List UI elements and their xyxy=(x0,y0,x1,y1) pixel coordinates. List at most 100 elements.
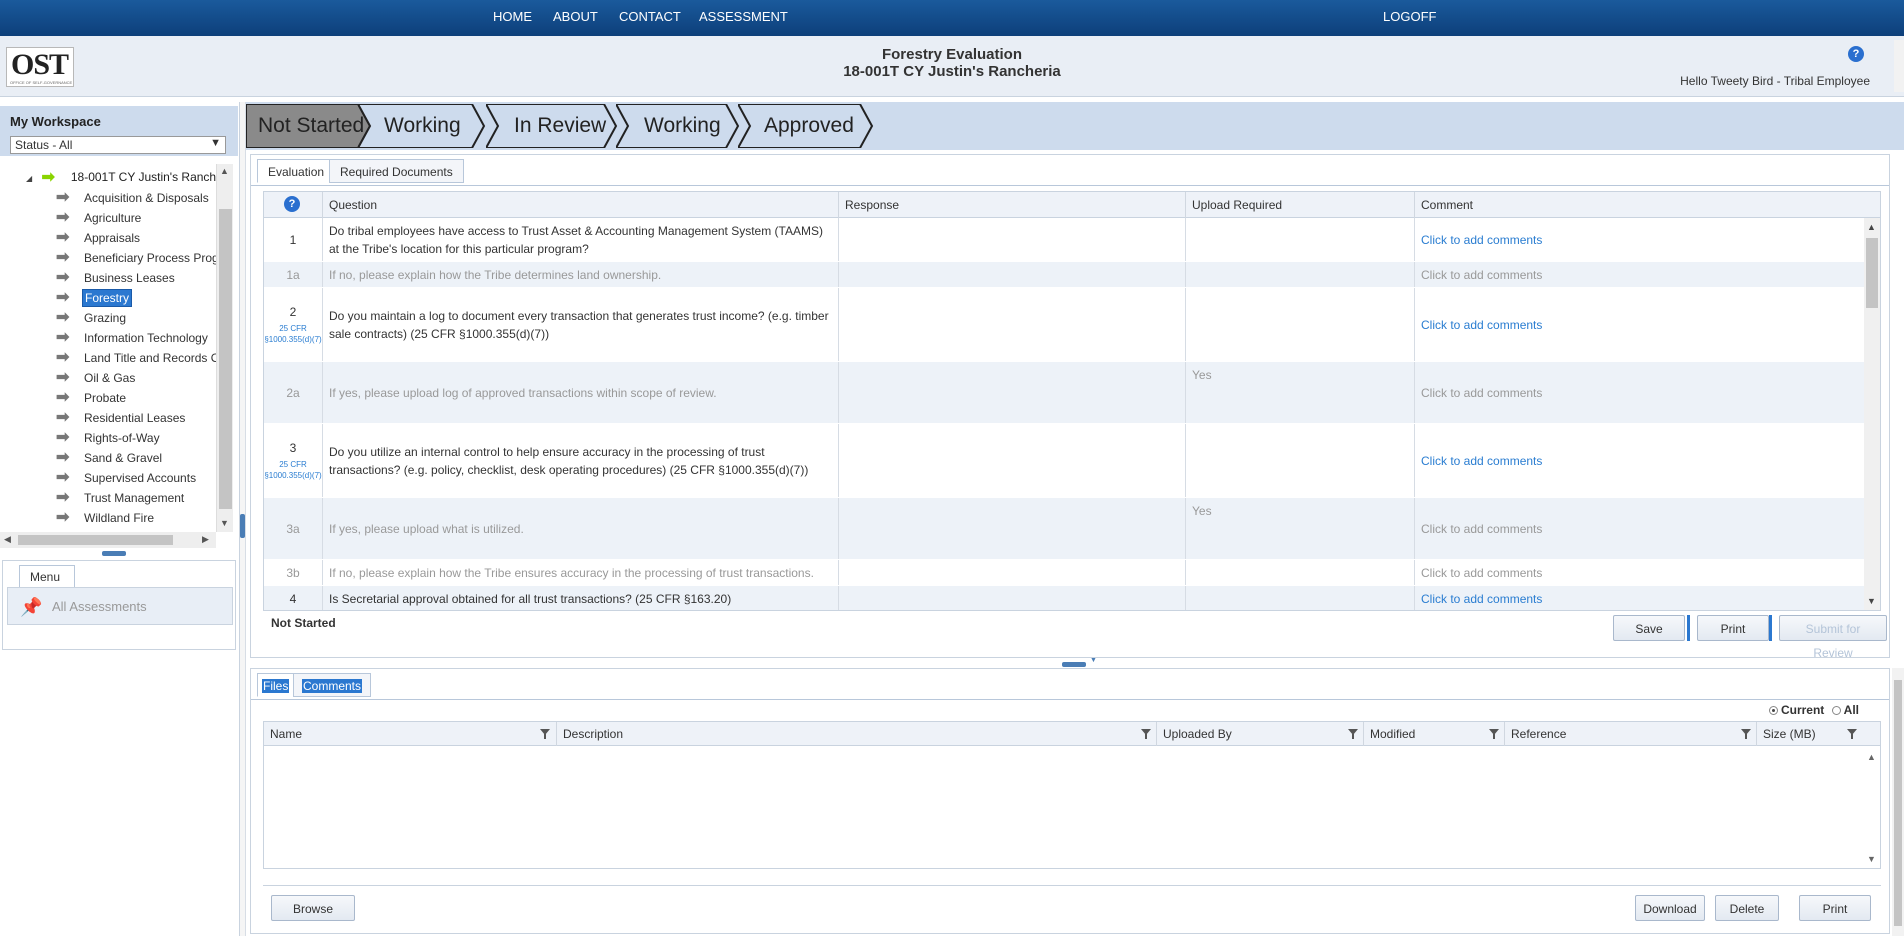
status-filter-select[interactable]: Status - All ▼ xyxy=(10,136,226,154)
tree-item[interactable]: ➡ Sand & Gravel xyxy=(56,449,164,468)
column-header-uploaded-by[interactable]: Uploaded By xyxy=(1156,722,1363,746)
tree-item[interactable]: ➡ Appraisals xyxy=(56,229,142,248)
panel-splitter[interactable]: ▼ xyxy=(246,657,1904,668)
add-comment-link[interactable]: Click to add comments xyxy=(1421,386,1858,400)
help-icon[interactable]: ? xyxy=(284,196,300,212)
nav-logoff[interactable]: LOGOFF xyxy=(1383,9,1436,24)
add-comment-link[interactable]: Click to add comments xyxy=(1421,233,1858,247)
column-header-reference[interactable]: Reference xyxy=(1504,722,1756,746)
regulation-citation-link[interactable]: 25 CFR §1000.355(d)(7) xyxy=(264,459,322,481)
tree-item[interactable]: ➡ Rights-of-Way xyxy=(56,429,162,448)
nav-home[interactable]: HOME xyxy=(493,9,532,24)
tree-item[interactable]: ➡ Beneficiary Process Program xyxy=(56,249,216,268)
add-comment-link[interactable]: Click to add comments xyxy=(1421,566,1858,580)
scroll-down-icon[interactable]: ▼ xyxy=(220,518,229,528)
tree-root[interactable]: ◢ ➡ 18-001T CY Justin's Rancheria xyxy=(26,169,216,185)
question-cell: Do tribal employees have access to Trust… xyxy=(322,218,838,261)
tree-scroll-thumb[interactable] xyxy=(219,209,232,509)
page-scroll-thumb[interactable] xyxy=(1894,680,1902,926)
grid-vertical-scrollbar[interactable]: ▲ ▼ xyxy=(1864,218,1880,610)
delete-button[interactable]: Delete xyxy=(1715,895,1779,921)
tree-item[interactable]: ➡ Wildland Fire xyxy=(56,509,156,528)
tree-item[interactable]: ➡ Land Title and Records Office xyxy=(56,349,216,368)
scroll-up-icon[interactable]: ▲ xyxy=(220,166,229,176)
browse-button[interactable]: Browse xyxy=(271,895,355,921)
tab-required-documents[interactable]: Required Documents xyxy=(329,159,464,183)
nav-about[interactable]: ABOUT xyxy=(553,9,598,24)
tab-comments[interactable]: Comments xyxy=(293,673,372,697)
filter-icon[interactable] xyxy=(1141,729,1151,739)
radio-current[interactable] xyxy=(1768,706,1778,716)
add-comment-link[interactable]: Click to add comments xyxy=(1421,454,1858,468)
tab-menu[interactable]: Menu xyxy=(19,565,75,587)
scroll-up-icon[interactable]: ▲ xyxy=(1867,752,1876,762)
response-cell[interactable] xyxy=(838,262,1185,287)
tree-item[interactable]: ➡ Information Technology xyxy=(56,329,210,348)
collapse-icon[interactable]: ◢ xyxy=(26,174,32,183)
tree-vertical-scrollbar[interactable]: ▲ ▼ xyxy=(216,164,233,532)
page-header: OST OFFICE OF SELF-GOVERNANCE Forestry E… xyxy=(0,36,1904,97)
nav-contact[interactable]: CONTACT xyxy=(619,9,681,24)
vertical-splitter-handle[interactable] xyxy=(240,514,245,538)
page-vertical-scrollbar[interactable] xyxy=(1892,668,1904,936)
add-comment-link[interactable]: Click to add comments xyxy=(1421,318,1858,332)
submit-for-review-button[interactable]: Submit for Review xyxy=(1779,615,1887,660)
tree-item[interactable]: ➡ Grazing xyxy=(56,309,128,328)
tree-item[interactable]: ➡ Probate xyxy=(56,388,128,408)
header-scrollbar[interactable] xyxy=(1894,40,1904,92)
response-cell[interactable] xyxy=(838,586,1185,610)
scroll-down-icon[interactable]: ▼ xyxy=(1867,596,1876,606)
arrow-right-icon: ➡ xyxy=(56,268,70,286)
column-header-name[interactable]: Name xyxy=(264,722,556,746)
filter-icon[interactable] xyxy=(1489,729,1499,739)
scroll-left-icon[interactable]: ◀ xyxy=(4,534,11,545)
menu-item-all-assessments[interactable]: All Assessments xyxy=(52,599,147,614)
tree-item[interactable]: ➡ Oil & Gas xyxy=(56,369,137,388)
column-header-size[interactable]: Size (MB) xyxy=(1756,722,1864,746)
tree-horizontal-scrollbar[interactable]: ◀ ▶ xyxy=(0,532,216,548)
splitter-handle[interactable] xyxy=(1062,662,1086,667)
tree-item[interactable]: ➡ Business Leases xyxy=(56,268,177,288)
tree-hscroll-thumb[interactable] xyxy=(18,535,173,545)
tree-item[interactable]: ➡ Residential Leases xyxy=(56,409,187,428)
files-vertical-scrollbar[interactable]: ▲ ▼ xyxy=(1864,746,1880,868)
filter-icon[interactable] xyxy=(1348,729,1358,739)
grid-scroll-thumb[interactable] xyxy=(1866,238,1878,308)
filter-icon[interactable] xyxy=(1847,729,1857,739)
regulation-citation-link[interactable]: 25 CFR §1000.355(d)(7) xyxy=(264,323,322,345)
save-button[interactable]: Save xyxy=(1613,615,1685,641)
radio-all[interactable] xyxy=(1831,706,1841,716)
filter-icon[interactable] xyxy=(540,729,550,739)
scroll-up-icon[interactable]: ▲ xyxy=(1867,222,1876,232)
scroll-right-icon[interactable]: ▶ xyxy=(202,534,209,545)
response-cell[interactable] xyxy=(838,362,1185,423)
tree-item[interactable]: ➡ Supervised Accounts xyxy=(56,469,198,488)
add-comment-link[interactable]: Click to add comments xyxy=(1421,592,1858,606)
tree-item[interactable]: ➡ Trust Management xyxy=(56,489,186,508)
chevron-down-icon[interactable]: ▼ xyxy=(1090,657,1097,664)
scroll-down-icon[interactable]: ▼ xyxy=(1867,854,1876,864)
tree-item-selected[interactable]: ➡ Forestry xyxy=(56,288,133,308)
response-cell[interactable] xyxy=(838,218,1185,261)
response-cell[interactable] xyxy=(838,424,1185,497)
download-button[interactable]: Download xyxy=(1635,895,1705,921)
tab-files[interactable]: Files xyxy=(257,673,295,697)
response-cell[interactable] xyxy=(838,560,1185,585)
tab-evaluation[interactable]: Evaluation xyxy=(257,159,336,183)
sidebar-divider[interactable] xyxy=(240,102,246,936)
tree-item[interactable]: ➡ Acquisition & Disposals xyxy=(56,189,211,208)
tree-item[interactable]: ➡ Agriculture xyxy=(56,209,143,228)
print-button[interactable]: Print xyxy=(1697,615,1769,641)
add-comment-link[interactable]: Click to add comments xyxy=(1421,522,1858,536)
column-header-modified[interactable]: Modified xyxy=(1363,722,1504,746)
add-comment-link[interactable]: Click to add comments xyxy=(1421,268,1858,282)
response-cell[interactable] xyxy=(838,288,1185,361)
filter-icon[interactable] xyxy=(1741,729,1751,739)
arrow-right-icon: ➡ xyxy=(56,388,70,406)
response-cell[interactable] xyxy=(838,498,1185,559)
sidebar-splitter-handle[interactable] xyxy=(102,551,126,556)
column-header-description[interactable]: Description xyxy=(556,722,1156,746)
nav-assessment[interactable]: ASSESSMENT xyxy=(699,9,788,24)
help-icon[interactable]: ? xyxy=(1848,46,1864,62)
files-print-button[interactable]: Print xyxy=(1799,895,1871,921)
